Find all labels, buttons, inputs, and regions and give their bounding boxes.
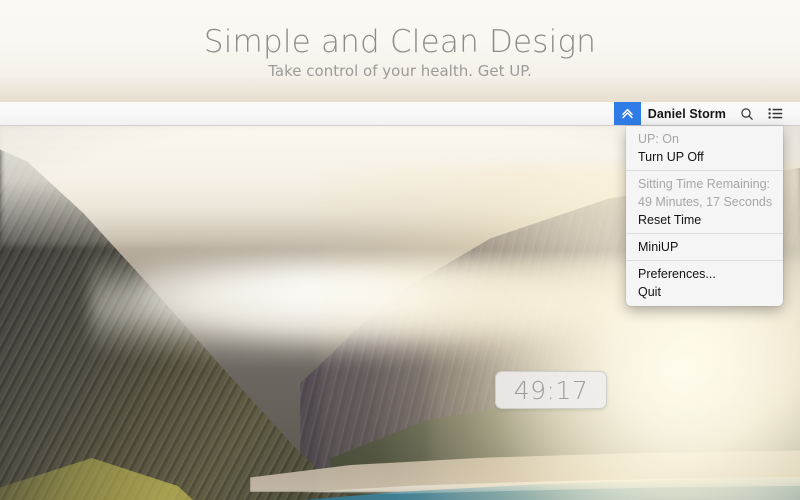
- menu-item: Sitting Time Remaining:: [638, 177, 771, 191]
- menu-group: Preferences... Quit: [626, 265, 783, 301]
- notification-center-button[interactable]: [761, 102, 790, 125]
- page-title: Simple and Clean Design: [203, 24, 597, 60]
- notification-list-icon: [768, 108, 783, 119]
- hero-header: Simple and Clean Design Take control of …: [0, 0, 800, 102]
- app-window: Simple and Clean Design Take control of …: [0, 0, 800, 500]
- menu-item[interactable]: Preferences...: [626, 265, 783, 283]
- menu-separator: [626, 260, 783, 261]
- menu-separator: [626, 233, 783, 234]
- timer-value: 49:17: [513, 375, 589, 405]
- user-menu[interactable]: Daniel Storm: [641, 102, 733, 125]
- menu-bar: Daniel Storm: [0, 102, 800, 126]
- menu-item[interactable]: Quit: [626, 283, 783, 301]
- menu-item[interactable]: Turn UP Off: [626, 148, 783, 166]
- up-dropdown-menu: UP: On Turn UP Off Sitting Time Remaining:…: [626, 126, 783, 306]
- menu-item[interactable]: MiniUP: [626, 238, 783, 256]
- menu-group: UP: On Turn UP Off: [626, 130, 783, 166]
- menu-group: MiniUP: [626, 238, 783, 256]
- page-subtitle: Take control of your health. Get UP.: [268, 62, 532, 80]
- user-name-label: Daniel Storm: [647, 106, 726, 121]
- menu-separator: [626, 170, 783, 171]
- up-menu-bar-icon[interactable]: [613, 102, 641, 125]
- double-chevron-up-icon: [621, 108, 633, 119]
- menu-groups-container: UP: On Turn UP Off Sitting Time Remaining:…: [626, 130, 783, 301]
- menu-item[interactable]: Reset Time: [626, 211, 783, 229]
- menu-item: UP: On: [638, 132, 679, 146]
- search-icon: [741, 107, 753, 120]
- spotlight-search-button[interactable]: [733, 102, 761, 125]
- mini-timer-widget[interactable]: 49:17: [495, 371, 607, 409]
- menu-group: Sitting Time Remaining: 49 Minutes, 17 Se…: [626, 175, 783, 229]
- menu-bar-extras: Daniel Storm: [613, 102, 800, 125]
- menu-item: 49 Minutes, 17 Seconds: [638, 195, 773, 209]
